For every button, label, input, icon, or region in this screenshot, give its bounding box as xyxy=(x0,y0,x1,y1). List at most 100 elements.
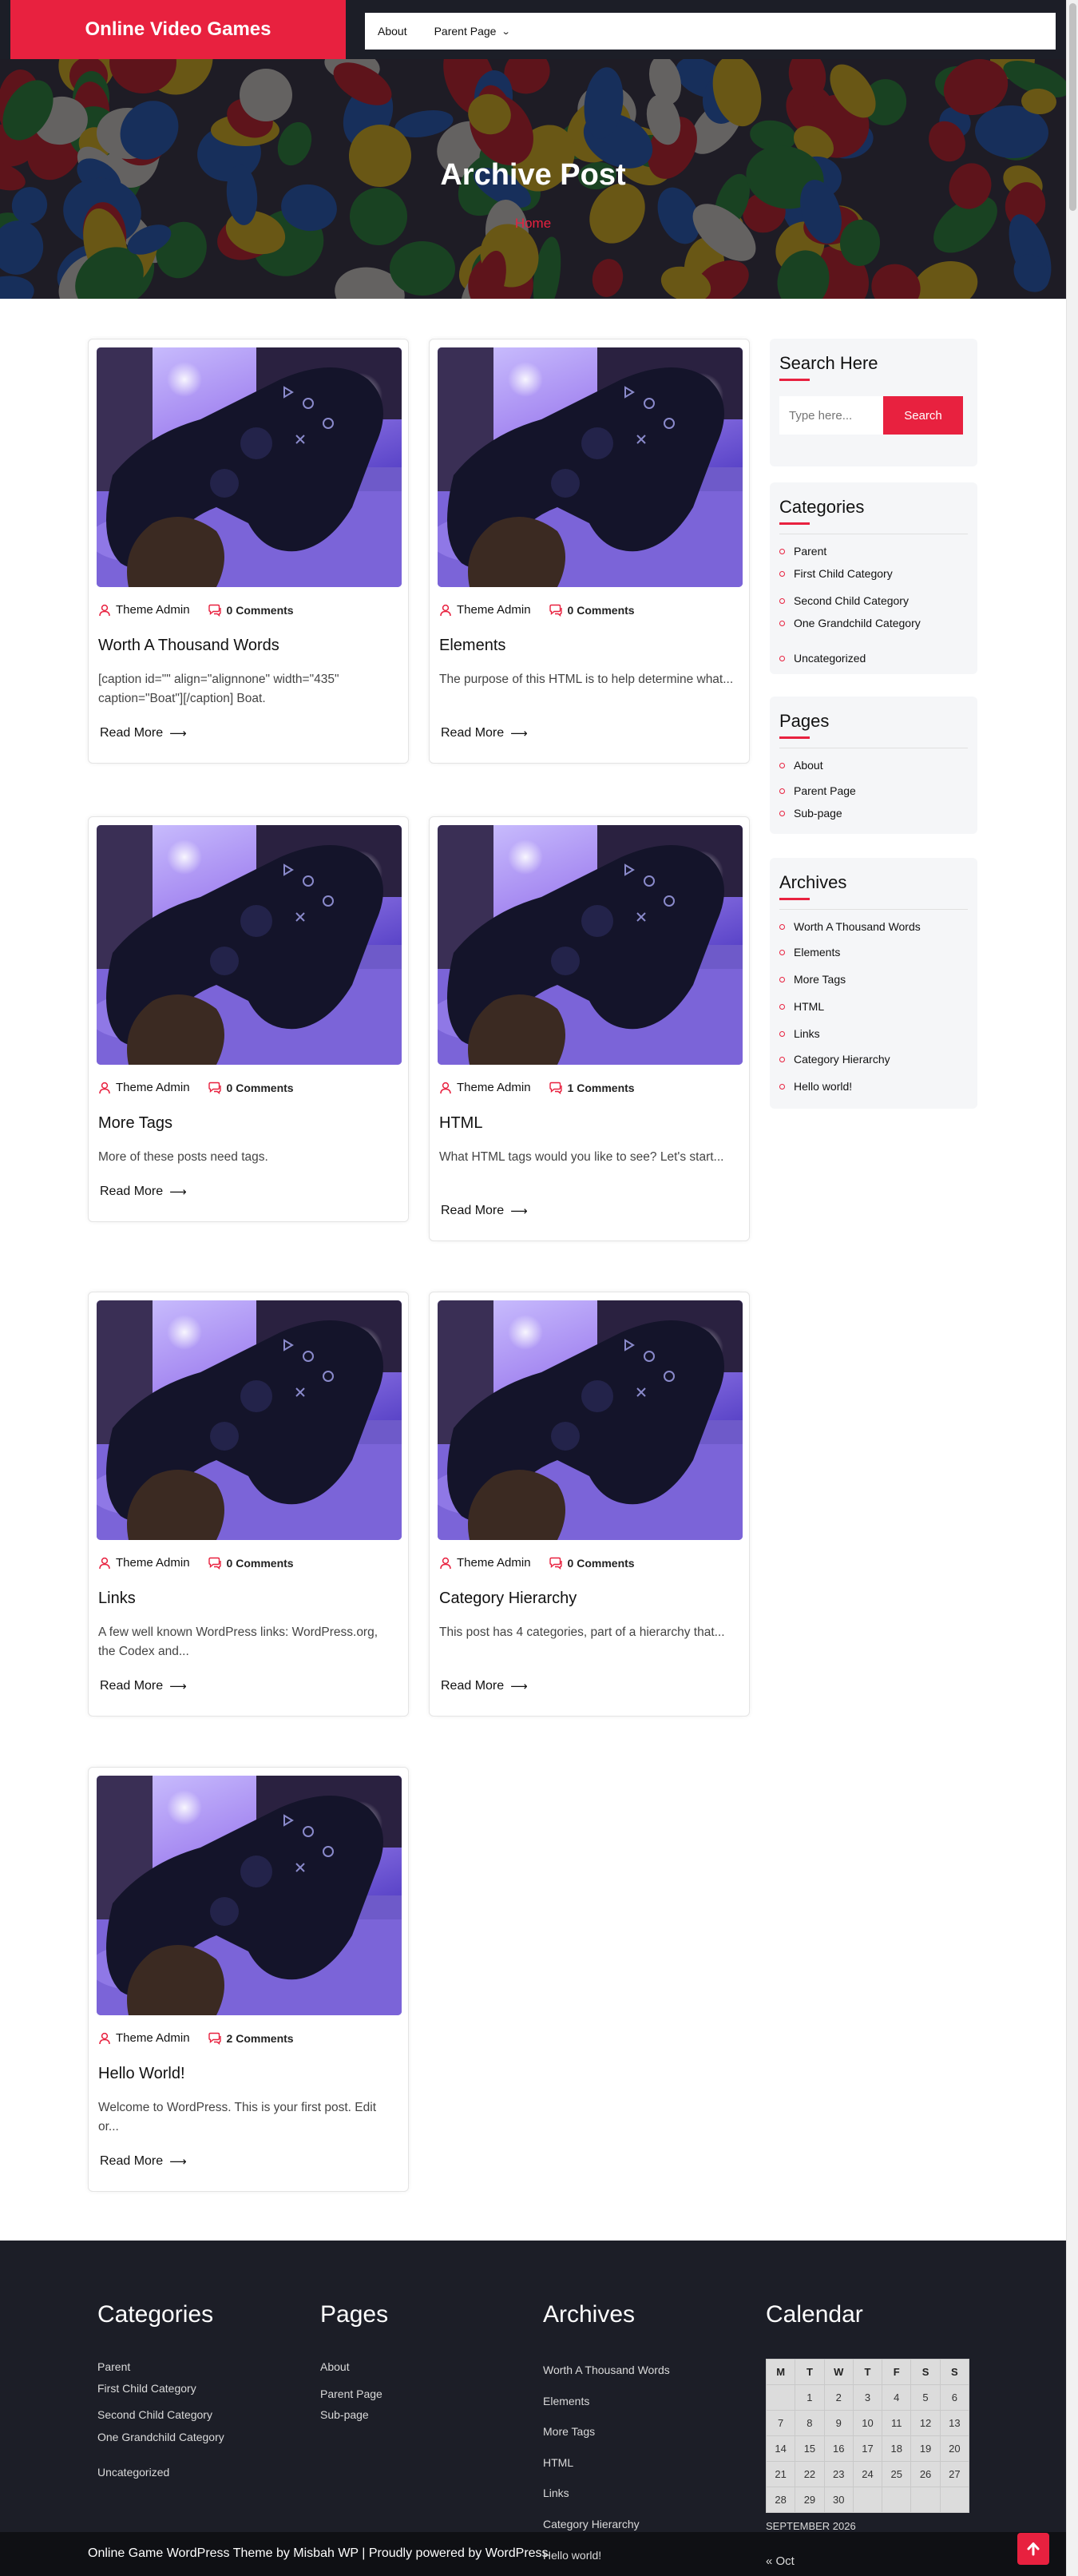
read-more-link[interactable]: Read More ⟶ xyxy=(441,1204,528,1218)
arrow-right-icon: ⟶ xyxy=(510,1205,528,1218)
footer-page-link[interactable]: Parent Page xyxy=(320,2387,382,2400)
footer-widget-title: Categories xyxy=(97,2301,214,2328)
archive-item[interactable]: More Tags xyxy=(779,973,846,986)
bullet-icon xyxy=(779,1083,785,1090)
header-bar: Online Video Games About Parent Page ⌄ xyxy=(0,0,1066,59)
post-author[interactable]: Theme Admin xyxy=(457,1556,531,1570)
page-item-sub-page[interactable]: Sub-page xyxy=(779,807,842,820)
post-comments-count[interactable]: 0 Comments xyxy=(227,604,294,617)
calendar-day-cell: 10 xyxy=(852,2410,883,2436)
post-author[interactable]: Theme Admin xyxy=(116,603,190,617)
read-more-link[interactable]: Read More ⟶ xyxy=(441,726,528,740)
nav-item-about[interactable]: About xyxy=(378,25,407,38)
post-title[interactable]: Category Hierarchy xyxy=(439,1590,577,1608)
post-title-link[interactable]: Hello World! xyxy=(98,2065,185,2082)
post-title[interactable]: Worth A Thousand Words xyxy=(98,637,279,655)
footer-category-link[interactable]: One Grandchild Category xyxy=(97,2431,224,2443)
footer-category-link[interactable]: First Child Category xyxy=(97,2382,196,2395)
footer-page-link[interactable]: About xyxy=(320,2360,350,2373)
post-thumbnail[interactable] xyxy=(438,347,743,587)
post-comments-count[interactable]: 0 Comments xyxy=(568,604,635,617)
post-title[interactable]: Elements xyxy=(439,637,505,655)
archive-item[interactable]: Elements xyxy=(779,946,840,959)
footer-archive-link[interactable]: Elements xyxy=(543,2395,589,2407)
post-thumbnail[interactable] xyxy=(438,825,743,1065)
post-author[interactable]: Theme Admin xyxy=(457,1081,531,1094)
post-comments-count[interactable]: 1 Comments xyxy=(568,1082,635,1094)
comment-icon xyxy=(208,2032,222,2045)
read-more-link[interactable]: Read More ⟶ xyxy=(100,726,187,740)
archive-item[interactable]: Hello world! xyxy=(779,1080,852,1093)
scrollbar-thumb[interactable] xyxy=(1069,3,1076,211)
breadcrumb-home[interactable]: Home xyxy=(0,216,1066,232)
footer-archive-link[interactable]: More Tags xyxy=(543,2425,595,2438)
page-item-about[interactable]: About xyxy=(779,759,823,772)
read-more-link[interactable]: Read More ⟶ xyxy=(100,1185,187,1199)
category-item-parent[interactable]: Parent xyxy=(779,545,826,558)
site-logo[interactable]: Online Video Games xyxy=(10,0,346,59)
search-input[interactable] xyxy=(779,396,883,435)
footer-page-link[interactable]: Sub-page xyxy=(320,2408,369,2421)
footer-category-link[interactable]: Parent xyxy=(97,2360,130,2373)
post-title-link[interactable]: Elements xyxy=(439,637,505,654)
category-item-second-child[interactable]: Second Child Category xyxy=(779,594,909,607)
footer-category-link[interactable]: Second Child Category xyxy=(97,2408,212,2421)
post-author[interactable]: Theme Admin xyxy=(116,1556,190,1570)
post-meta: Theme Admin 0 Comments xyxy=(98,1081,294,1094)
archive-item[interactable]: Worth A Thousand Words xyxy=(779,920,921,933)
post-author[interactable]: Theme Admin xyxy=(116,1081,190,1094)
read-more-link[interactable]: Read More ⟶ xyxy=(100,2154,187,2169)
post-title-link[interactable]: More Tags xyxy=(98,1114,172,1132)
category-item-uncategorized[interactable]: Uncategorized xyxy=(779,652,866,665)
arrow-up-icon xyxy=(1027,2542,1040,2556)
bullet-icon xyxy=(779,788,785,794)
post-title-link[interactable]: Worth A Thousand Words xyxy=(98,637,279,654)
post-thumbnail[interactable] xyxy=(97,1776,402,2015)
category-item-grandchild[interactable]: One Grandchild Category xyxy=(779,617,921,629)
calendar-day-cell: 17 xyxy=(852,2435,883,2462)
read-more-link[interactable]: Read More ⟶ xyxy=(100,1679,187,1693)
post-author[interactable]: Theme Admin xyxy=(457,603,531,617)
post-thumbnail[interactable] xyxy=(97,1300,402,1540)
search-button[interactable]: Search xyxy=(883,396,963,435)
archive-item[interactable]: Links xyxy=(779,1027,820,1040)
post-title[interactable]: Links xyxy=(98,1590,136,1608)
back-to-top-button[interactable] xyxy=(1017,2533,1049,2565)
calendar-day-cell: 22 xyxy=(795,2461,825,2487)
calendar-prev-link[interactable]: « Oct xyxy=(766,2554,795,2568)
footer-archive-link[interactable]: Links xyxy=(543,2487,569,2499)
category-item-first-child[interactable]: First Child Category xyxy=(779,567,893,580)
footer-category-link[interactable]: Uncategorized xyxy=(97,2466,169,2479)
read-more-link[interactable]: Read More ⟶ xyxy=(441,1679,528,1693)
footer-archive-link[interactable]: Worth A Thousand Words xyxy=(543,2364,670,2376)
post-thumbnail[interactable] xyxy=(438,1300,743,1540)
post-title[interactable]: HTML xyxy=(439,1114,482,1133)
calendar-day-cell: 26 xyxy=(910,2461,941,2487)
post-title-link[interactable]: Category Hierarchy xyxy=(439,1590,577,1607)
post-thumbnail[interactable] xyxy=(97,347,402,587)
nav-item-parent-page[interactable]: Parent Page ⌄ xyxy=(434,25,511,38)
archive-item[interactable]: Category Hierarchy xyxy=(779,1053,890,1066)
post-title-link[interactable]: HTML xyxy=(439,1114,482,1132)
post-meta: Theme Admin 0 Comments xyxy=(439,1556,635,1570)
post-thumbnail[interactable] xyxy=(97,825,402,1065)
comment-icon xyxy=(208,604,222,617)
page-item-parent-page[interactable]: Parent Page xyxy=(779,784,856,797)
footer-archive-link[interactable]: HTML xyxy=(543,2456,573,2469)
post-comments-count[interactable]: 0 Comments xyxy=(568,1557,635,1570)
post-comments-count[interactable]: 0 Comments xyxy=(227,1557,294,1570)
post-title[interactable]: Hello World! xyxy=(98,2065,185,2083)
scrollbar[interactable] xyxy=(1066,0,1078,2576)
post-title[interactable]: More Tags xyxy=(98,1114,172,1133)
post-title-link[interactable]: Links xyxy=(98,1590,136,1607)
footer-archive-link[interactable]: Hello world! xyxy=(543,2549,601,2562)
calendar-day-cell: 13 xyxy=(939,2410,970,2436)
nav-item-label: Parent Page xyxy=(434,25,497,38)
post-comments-count[interactable]: 0 Comments xyxy=(227,1082,294,1094)
bullet-icon xyxy=(779,597,785,604)
post-comments-count[interactable]: 2 Comments xyxy=(227,2032,294,2045)
calendar-day-cell: 9 xyxy=(823,2410,854,2436)
post-author[interactable]: Theme Admin xyxy=(116,2031,190,2045)
archive-item[interactable]: HTML xyxy=(779,1000,824,1013)
footer-archive-link[interactable]: Category Hierarchy xyxy=(543,2518,640,2530)
